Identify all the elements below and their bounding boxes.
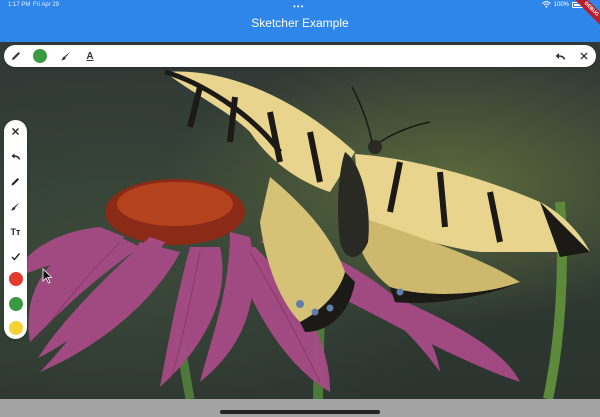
pencil-icon[interactable] — [8, 48, 24, 64]
text-size-glyph: Tт — [10, 226, 21, 237]
undo-icon[interactable] — [552, 48, 568, 64]
side-toolbar: Tт — [4, 120, 27, 339]
color-swatch-yellow[interactable] — [8, 320, 23, 335]
undo-icon[interactable] — [8, 149, 23, 164]
text-format-glyph: A — [86, 50, 94, 62]
page-title: Sketcher Example — [251, 16, 349, 30]
wifi-icon — [541, 1, 551, 8]
home-indicator[interactable] — [220, 410, 380, 414]
brush-icon[interactable] — [58, 48, 74, 64]
text-format-icon[interactable]: A — [82, 48, 98, 64]
color-swatch-red[interactable] — [8, 271, 23, 286]
check-icon[interactable] — [8, 249, 23, 264]
close-icon[interactable] — [576, 48, 592, 64]
brush-icon[interactable] — [8, 199, 23, 214]
color-swatch-green[interactable] — [33, 49, 47, 63]
butterfly-on-flower-image — [15, 69, 590, 399]
status-time: 1:17 PM — [8, 2, 31, 8]
mouse-cursor-icon — [42, 268, 52, 284]
battery-percent: 100% — [553, 1, 569, 8]
sketch-canvas[interactable] — [0, 42, 600, 399]
multitask-dots[interactable]: ••• — [293, 2, 304, 11]
color-swatch-green[interactable] — [8, 296, 23, 311]
top-toolbar: A — [4, 45, 596, 67]
text-size-icon[interactable]: Tт — [8, 224, 23, 239]
app-bar: 1:17 PM Fri Apr 29 ••• 100% Sketcher Exa… — [0, 0, 600, 42]
pencil-icon[interactable] — [8, 174, 23, 189]
device-screen: 1:17 PM Fri Apr 29 ••• 100% Sketcher Exa… — [0, 0, 600, 417]
close-icon[interactable] — [8, 124, 23, 139]
bottom-bar — [0, 399, 600, 417]
status-date: Fri Apr 29 — [33, 2, 60, 8]
